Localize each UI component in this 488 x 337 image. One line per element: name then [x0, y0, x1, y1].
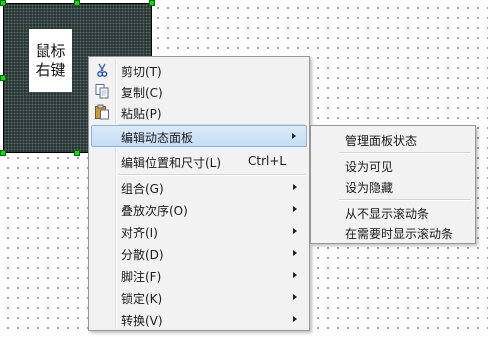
menu-item-label: 锁定(K) [121, 292, 163, 306]
menu-item-convert[interactable]: 转换(V) [91, 308, 307, 330]
menu-item-label: 分散(D) [121, 248, 164, 262]
menu-item-label: 叠放次序(O) [121, 204, 188, 218]
menu-item-edit-position-size[interactable]: 编辑位置和尺寸(L) Ctrl+L [91, 150, 307, 172]
paste-icon [95, 104, 109, 120]
menu-item-footnote[interactable]: 脚注(F) [91, 264, 307, 286]
submenu-item-set-visible[interactable]: 设为可见 [313, 154, 473, 176]
submenu-arrow-icon [292, 133, 296, 139]
resize-handle-bottom-left[interactable] [0, 150, 6, 156]
resize-handle-top-mid[interactable] [74, 0, 80, 6]
submenu-item-never-show-scrollbars[interactable]: 从不显示滚动条 [313, 201, 473, 223]
submenu-item-show-scrollbars-as-needed[interactable]: 在需要时显示滚动条 [313, 221, 473, 243]
submenu-item-label: 管理面板状态 [345, 134, 418, 148]
submenu-arrow-icon [293, 294, 297, 300]
submenu-item-label: 从不显示滚动条 [345, 207, 430, 221]
scissors-icon [97, 63, 108, 77]
context-menu: 剪切(T) 复制(C) 粘贴(P) 编辑动态面板 编辑位置和尺寸(L) Ctrl… [88, 56, 310, 331]
submenu-arrow-icon [293, 184, 297, 190]
menu-item-shortcut: Ctrl+L [248, 154, 287, 168]
menu-item-cut[interactable]: 剪切(T) [91, 59, 307, 81]
menu-item-label: 编辑动态面板 [121, 131, 194, 145]
menu-item-align[interactable]: 对齐(I) [91, 220, 307, 242]
menu-item-group[interactable]: 组合(G) [91, 176, 307, 198]
resize-handle-mid-left[interactable] [0, 75, 6, 81]
resize-handle-top-right[interactable] [149, 0, 155, 6]
menu-item-edit-dynamic-panel[interactable]: 编辑动态面板 [91, 125, 307, 147]
menu-item-label: 脚注(F) [121, 270, 162, 284]
menu-item-label: 剪切(T) [121, 65, 162, 79]
submenu-item-label: 设为可见 [345, 160, 394, 174]
submenu-arrow-icon [293, 272, 297, 278]
resize-handle-top-left[interactable] [0, 0, 6, 6]
menu-item-label: 转换(V) [121, 314, 163, 328]
submenu-arrow-icon [293, 206, 297, 212]
menu-item-label: 粘贴(P) [121, 107, 162, 121]
submenu-item-set-hidden[interactable]: 设为隐藏 [313, 175, 473, 197]
menu-item-order[interactable]: 叠放次序(O) [91, 198, 307, 220]
submenu-arrow-icon [293, 228, 297, 234]
panel-label: 鼠标 右键 [29, 29, 72, 92]
submenu-item-label: 设为隐藏 [345, 181, 394, 195]
menu-item-paste[interactable]: 粘贴(P) [91, 101, 307, 123]
menu-item-label: 组合(G) [121, 182, 164, 196]
submenu-arrow-icon [293, 316, 297, 322]
menu-item-label: 对齐(I) [121, 226, 158, 240]
submenu-item-manage-panel-states[interactable]: 管理面板状态 [313, 128, 473, 150]
menu-item-copy[interactable]: 复制(C) [91, 80, 307, 102]
submenu-arrow-icon [293, 250, 297, 256]
menu-item-distribute[interactable]: 分散(D) [91, 242, 307, 264]
copy-icon [95, 84, 109, 99]
menu-item-label: 编辑位置和尺寸(L) [121, 156, 222, 170]
dynamic-panel-submenu: 管理面板状态 设为可见 设为隐藏 从不显示滚动条 在需要时显示滚动条 [310, 125, 476, 244]
resize-handle-bottom-mid[interactable] [74, 150, 80, 156]
menu-item-label: 复制(C) [121, 86, 163, 100]
menu-item-lock[interactable]: 锁定(K) [91, 286, 307, 308]
submenu-item-label: 在需要时显示滚动条 [345, 227, 454, 241]
